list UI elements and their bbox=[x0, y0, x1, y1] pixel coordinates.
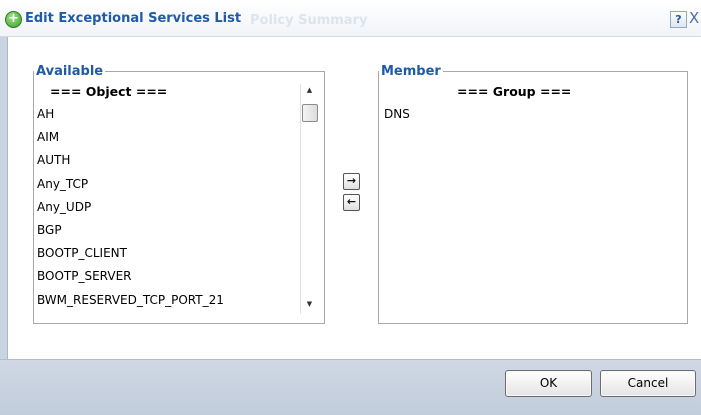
help-button[interactable]: ? bbox=[670, 11, 687, 28]
move-left-button[interactable]: ← bbox=[343, 194, 360, 211]
move-right-button[interactable]: → bbox=[343, 173, 360, 190]
scroll-thumb[interactable] bbox=[302, 104, 318, 122]
member-panel: Member bbox=[378, 64, 688, 324]
list-item[interactable]: AIM bbox=[37, 126, 297, 149]
member-list-header: === Group === bbox=[457, 84, 572, 99]
list-item[interactable]: BWM_RESERVED_TCP_PORT_21 bbox=[37, 289, 297, 312]
cancel-button[interactable]: Cancel bbox=[600, 370, 696, 397]
background-title: Policy Summary bbox=[250, 13, 368, 28]
list-item[interactable]: Any_UDP bbox=[37, 196, 297, 219]
list-item[interactable]: BGP bbox=[37, 219, 297, 242]
available-list-header: === Object === bbox=[50, 84, 168, 99]
scroll-down-icon[interactable]: ▼ bbox=[303, 298, 316, 310]
ok-button[interactable]: OK bbox=[505, 370, 592, 397]
list-item[interactable]: AH bbox=[37, 103, 297, 126]
close-button[interactable]: X bbox=[689, 10, 699, 26]
member-legend: Member bbox=[381, 64, 441, 79]
dialog-titlebar: + Edit Exceptional Services List Policy … bbox=[0, 0, 701, 37]
dialog-footer bbox=[0, 359, 701, 415]
available-list[interactable]: AH AIM AUTH Any_TCP Any_UDP BGP BOOTP_CL… bbox=[37, 103, 297, 312]
list-item[interactable]: BOOTP_SERVER bbox=[37, 265, 297, 288]
list-item[interactable]: DNS bbox=[384, 103, 410, 126]
dialog-title: Edit Exceptional Services List bbox=[25, 11, 242, 26]
available-scrollbar[interactable]: ▲ ▼ bbox=[300, 84, 318, 314]
available-legend: Available bbox=[36, 64, 104, 79]
list-item[interactable]: AUTH bbox=[37, 149, 297, 172]
scroll-up-icon[interactable]: ▲ bbox=[303, 84, 316, 96]
add-icon: + bbox=[5, 11, 22, 28]
list-item[interactable]: Any_TCP bbox=[37, 173, 297, 196]
list-item[interactable]: BOOTP_CLIENT bbox=[37, 242, 297, 265]
member-list[interactable]: DNS bbox=[384, 103, 410, 126]
